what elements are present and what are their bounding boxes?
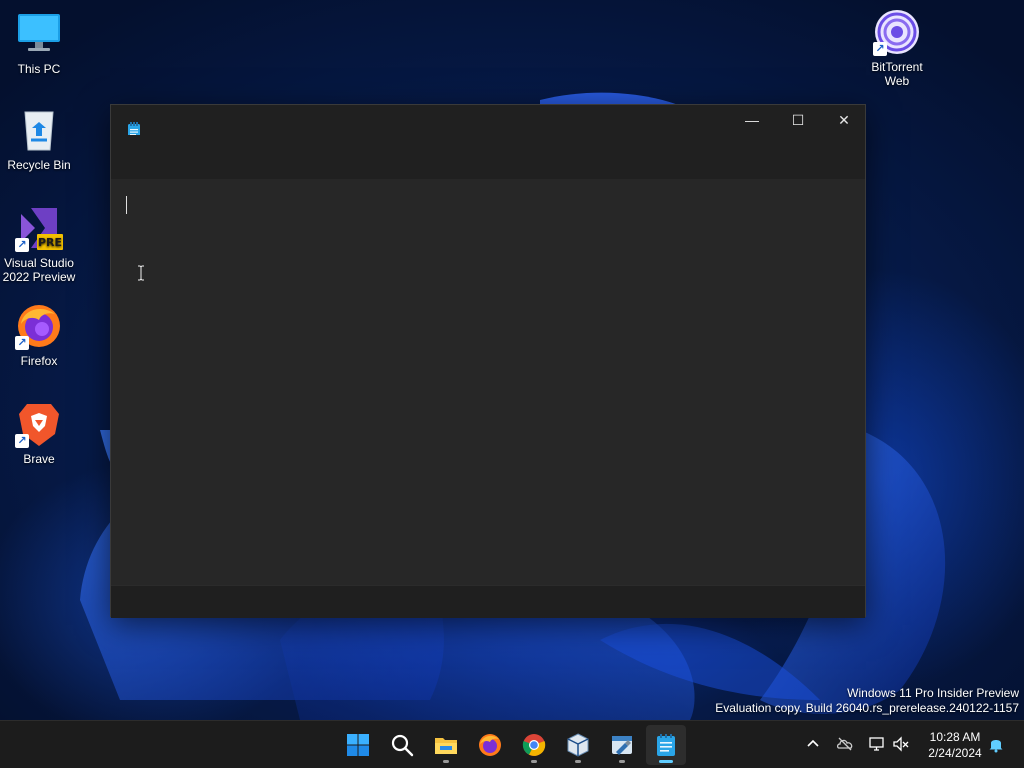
desktop-icon-this-pc[interactable]: This PC bbox=[1, 10, 77, 76]
search-icon bbox=[391, 734, 414, 757]
recycle-bin-icon bbox=[15, 106, 63, 154]
desktop: This PC Recycle Bin PRE ↗ Visual Studio … bbox=[0, 0, 1024, 720]
taskbar-tool-app[interactable] bbox=[602, 725, 642, 765]
firefox-icon bbox=[479, 734, 501, 756]
tool-icon bbox=[612, 736, 632, 755]
clock-date: 2/24/2024 bbox=[928, 746, 982, 760]
desktop-icon-label: Visual Studio 2022 Preview bbox=[2, 256, 76, 284]
clock-time: 10:28 AM bbox=[929, 730, 981, 744]
chrome-icon bbox=[522, 734, 546, 756]
taskbar: 10:28 AM 2/24/2024 bbox=[0, 720, 1024, 768]
running-indicator bbox=[443, 760, 449, 763]
desktop-icon-brave[interactable]: ↗ Brave bbox=[1, 400, 77, 466]
shortcut-arrow-icon: ↗ bbox=[15, 336, 29, 350]
notepad-window[interactable]: — ☐ ✕ bbox=[110, 104, 867, 618]
desktop-icon-label: Firefox bbox=[20, 354, 58, 368]
brave-icon: ↗ bbox=[15, 400, 63, 448]
taskbar-firefox[interactable] bbox=[470, 725, 510, 765]
desktop-icon-label: BitTorrent Web bbox=[871, 60, 923, 88]
virtualbox-icon bbox=[567, 733, 589, 757]
shortcut-arrow-icon: ↗ bbox=[15, 434, 29, 448]
running-indicator bbox=[619, 760, 625, 763]
shortcut-arrow-icon: ↗ bbox=[15, 238, 29, 252]
text-caret bbox=[126, 196, 127, 214]
bittorrent-icon: ↗ bbox=[873, 8, 921, 56]
desktop-icon-recycle-bin[interactable]: Recycle Bin bbox=[1, 106, 77, 172]
search-button[interactable] bbox=[382, 725, 422, 765]
title-bar[interactable]: — ☐ ✕ bbox=[111, 105, 867, 137]
ibeam-cursor-icon bbox=[138, 265, 144, 281]
status-bar bbox=[111, 585, 865, 618]
system-clock[interactable]: 10:28 AM 2/24/2024 bbox=[920, 729, 990, 761]
active-indicator bbox=[659, 760, 673, 763]
close-button[interactable]: ✕ bbox=[821, 105, 867, 135]
watermark-line-1: Windows 11 Pro Insider Preview bbox=[847, 686, 1019, 700]
desktop-icon-firefox[interactable]: ↗ Firefox bbox=[1, 302, 77, 368]
file-explorer-icon bbox=[435, 738, 457, 754]
desktop-icon-visual-studio[interactable]: PRE ↗ Visual Studio 2022 Preview bbox=[1, 204, 77, 284]
start-button[interactable] bbox=[338, 725, 378, 765]
pre-badge: PRE bbox=[38, 236, 62, 249]
running-indicator bbox=[531, 760, 537, 763]
maximize-button[interactable]: ☐ bbox=[775, 105, 821, 135]
visual-studio-icon: PRE ↗ bbox=[15, 204, 63, 252]
watermark-line-2: Evaluation copy. Build 26040.rs_prerelea… bbox=[715, 701, 1019, 715]
taskbar-file-explorer[interactable] bbox=[426, 725, 466, 765]
desktop-icon-label: Recycle Bin bbox=[7, 158, 71, 172]
evaluation-watermark: Windows 11 Pro Insider Preview Evaluatio… bbox=[715, 686, 1019, 716]
volume-muted-icon[interactable] bbox=[892, 735, 910, 753]
start-icon bbox=[347, 734, 369, 756]
taskbar-notepad[interactable] bbox=[646, 725, 686, 765]
notification-bell-icon[interactable] bbox=[987, 735, 1005, 753]
taskbar-virtualbox[interactable] bbox=[558, 725, 598, 765]
desktop-icon-label: This PC bbox=[17, 62, 61, 76]
tab-strip bbox=[111, 135, 865, 179]
monitor-icon bbox=[15, 10, 63, 58]
desktop-icon-bittorrent-web[interactable]: ↗ BitTorrent Web bbox=[859, 8, 935, 88]
firefox-icon: ↗ bbox=[15, 302, 63, 350]
minimize-button[interactable]: — bbox=[729, 105, 775, 135]
chevron-up-icon[interactable] bbox=[804, 735, 822, 753]
running-indicator bbox=[575, 760, 581, 763]
text-editor-area[interactable] bbox=[111, 179, 865, 585]
onedrive-offline-icon[interactable] bbox=[836, 735, 854, 753]
notepad-icon bbox=[657, 734, 675, 756]
network-icon[interactable] bbox=[868, 735, 886, 753]
shortcut-arrow-icon: ↗ bbox=[873, 42, 887, 56]
desktop-icon-label: Brave bbox=[23, 452, 55, 466]
taskbar-chrome[interactable] bbox=[514, 725, 554, 765]
